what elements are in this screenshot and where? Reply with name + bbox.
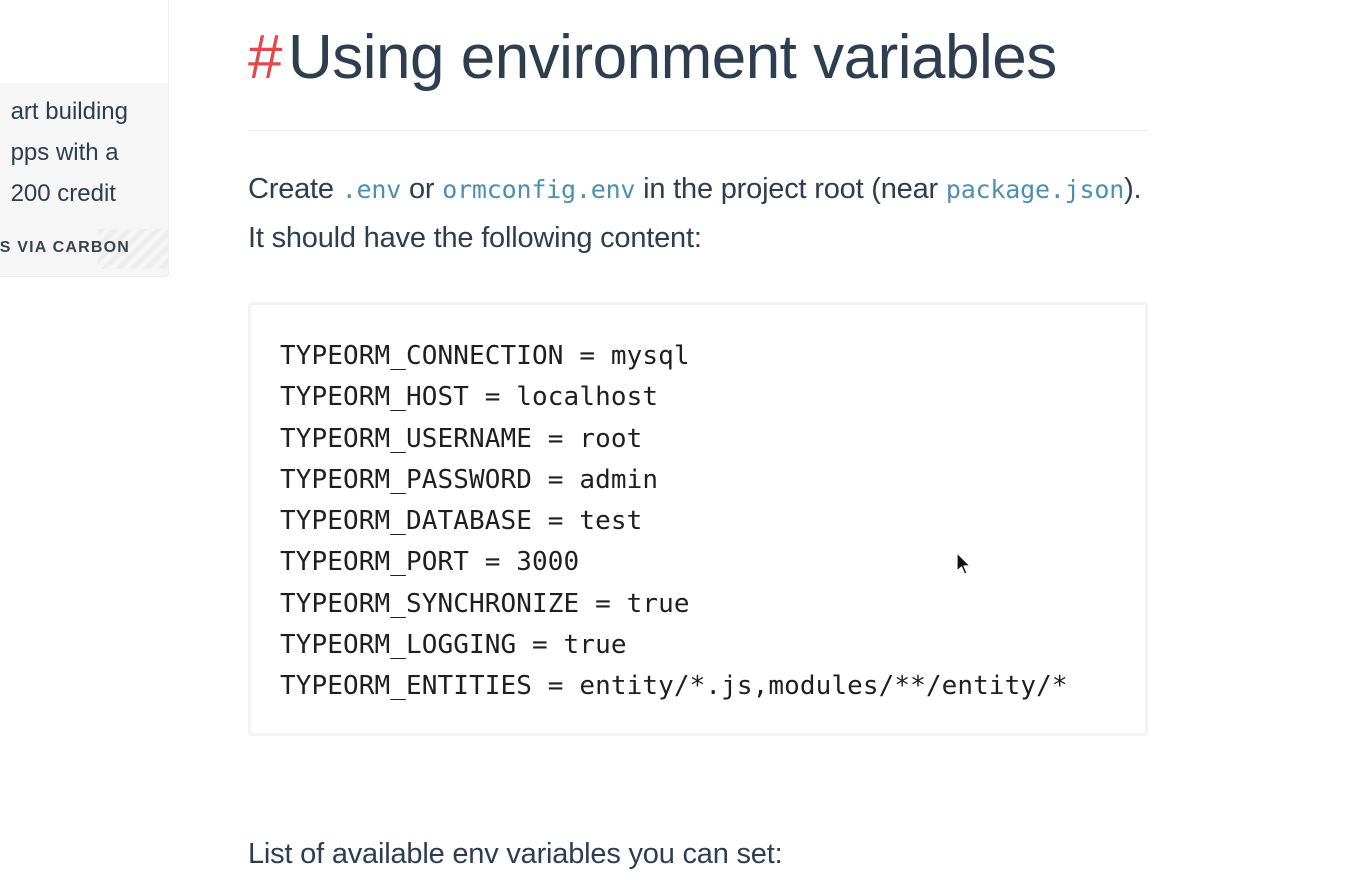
code-line: TYPEORM_DATABASE = test	[280, 506, 643, 537]
main-content: #Using environment variables Create .env…	[248, 20, 1148, 736]
carbon-ad[interactable]: art building pps with a 200 credit S VIA…	[0, 0, 169, 277]
ads-via-carbon-link[interactable]: S VIA CARBON	[0, 239, 130, 257]
intro-text: or	[401, 173, 443, 205]
inline-code-package-json: package.json	[945, 175, 1125, 204]
code-line: TYPEORM_ENTITIES = entity/*.js,modules/*…	[280, 671, 1068, 702]
header-anchor-link[interactable]: #	[248, 23, 282, 92]
mouse-pointer-icon	[956, 552, 971, 575]
code-line: TYPEORM_PORT = 3000	[280, 547, 580, 578]
section-heading: #Using environment variables	[248, 20, 1148, 131]
env-list-intro: List of available env variables you can …	[248, 838, 783, 870]
inline-code-ormconfig-env: ormconfig.env	[442, 175, 636, 204]
docs-page: art building pps with a 200 credit S VIA…	[0, 0, 1360, 880]
ad-text[interactable]: art building pps with a 200 credit	[11, 91, 128, 214]
ad-text-line: art building	[10, 98, 128, 125]
code-line: TYPEORM_LOGGING = true	[280, 630, 627, 661]
inline-code-env: .env	[341, 175, 402, 204]
code-line: TYPEORM_HOST = localhost	[280, 382, 659, 413]
code-line: TYPEORM_PASSWORD = admin	[280, 464, 659, 495]
env-code-block: TYPEORM_CONNECTION = mysql TYPEORM_HOST …	[248, 302, 1148, 736]
ad-text-line: 200 credit	[10, 180, 116, 207]
intro-text: in the project root (near	[635, 173, 946, 205]
code-line: TYPEORM_USERNAME = root	[280, 423, 643, 454]
ad-text-line: pps with a	[10, 139, 119, 166]
intro-text: Create	[248, 173, 342, 205]
code-line: TYPEORM_CONNECTION = mysql	[280, 341, 690, 371]
section-title: Using environment variables	[287, 23, 1057, 92]
intro-paragraph: Create .env or ormconfig.env in the proj…	[248, 165, 1148, 262]
code-line: TYPEORM_SYNCHRONIZE = true	[280, 588, 690, 619]
